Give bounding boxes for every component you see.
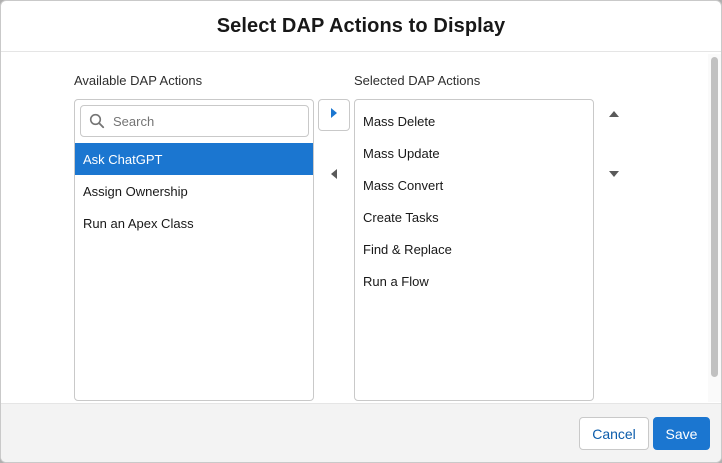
move-down-button[interactable]	[598, 159, 630, 191]
selected-item-mass-delete[interactable]: Mass Delete	[355, 105, 593, 137]
available-item-ask-chatgpt[interactable]: Ask ChatGPT	[75, 143, 313, 175]
selected-item-create-tasks[interactable]: Create Tasks	[355, 201, 593, 233]
right-triangle-icon	[329, 106, 339, 124]
modal-footer: Cancel Save	[1, 403, 721, 462]
up-triangle-icon	[608, 106, 620, 124]
down-triangle-icon	[608, 166, 620, 184]
selected-item-mass-convert[interactable]: Mass Convert	[355, 169, 593, 201]
available-item-run-apex-class[interactable]: Run an Apex Class	[75, 207, 313, 239]
available-actions-label: Available DAP Actions	[74, 73, 203, 88]
left-triangle-icon	[329, 167, 339, 185]
selected-actions-listbox[interactable]: Mass Delete Mass Update Mass Convert Cre…	[354, 99, 594, 401]
selected-item-find-replace[interactable]: Find & Replace	[355, 233, 593, 265]
save-button[interactable]: Save	[653, 417, 710, 450]
dialog: Select DAP Actions to Display Available …	[0, 0, 722, 463]
selected-item-mass-update[interactable]: Mass Update	[355, 137, 593, 169]
modal-header: Select DAP Actions to Display	[1, 1, 721, 52]
available-actions-listbox[interactable]: Ask ChatGPT Assign Ownership Run an Apex…	[74, 99, 314, 401]
scrollbar-thumb[interactable]	[711, 57, 718, 377]
move-to-selected-button[interactable]	[318, 99, 350, 131]
modal-scrollbar[interactable]	[708, 54, 721, 402]
selected-actions-label: Selected DAP Actions	[354, 73, 481, 88]
cancel-button[interactable]: Cancel	[579, 417, 649, 450]
search-box[interactable]	[80, 105, 309, 137]
search-input[interactable]	[113, 113, 303, 129]
modal-title: Select DAP Actions to Display	[216, 14, 506, 37]
selected-item-run-a-flow[interactable]: Run a Flow	[355, 265, 593, 297]
available-item-assign-ownership[interactable]: Assign Ownership	[75, 175, 313, 207]
modal-body: Available DAP Actions Ask ChatGPT Assign…	[1, 52, 721, 403]
move-up-button[interactable]	[598, 99, 630, 131]
search-icon	[89, 113, 105, 129]
move-to-available-button[interactable]	[318, 160, 350, 192]
